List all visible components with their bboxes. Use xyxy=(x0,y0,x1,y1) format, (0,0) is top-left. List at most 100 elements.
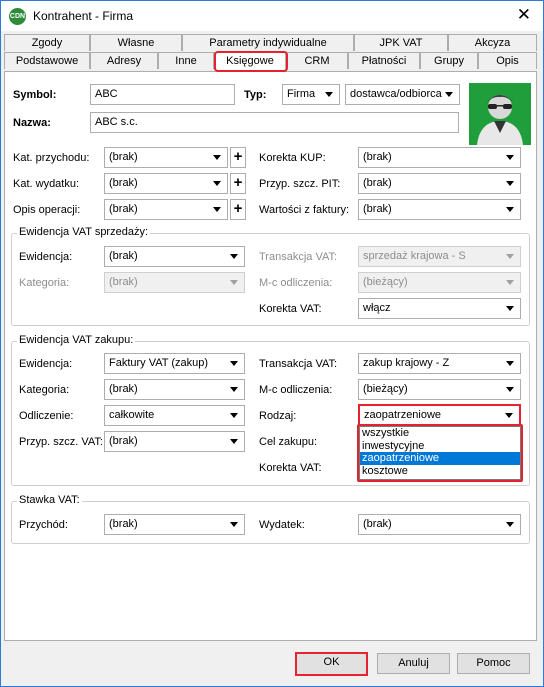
sprz-ewidencja-value: (brak) xyxy=(109,250,138,262)
symbol-label: Symbol: xyxy=(13,89,57,101)
sprz-kategoria-value: (brak) xyxy=(109,276,138,288)
wartosci-label: Wartości z faktury: xyxy=(259,204,350,216)
title-bar: CDN Kontrahent - Firma ✕ xyxy=(1,1,543,31)
chevron-down-icon xyxy=(506,207,514,212)
zak-odliczenie-select[interactable]: całkowite xyxy=(104,405,245,426)
kat-wydatku-select[interactable]: (brak) xyxy=(104,173,228,194)
przychod-select[interactable]: (brak) xyxy=(104,514,245,535)
chevron-down-icon xyxy=(506,361,514,366)
kat-wydatku-value: (brak) xyxy=(109,177,138,189)
przychod-value: (brak) xyxy=(109,518,138,530)
kat-przychodu-select[interactable]: (brak) xyxy=(104,147,228,168)
chevron-down-icon xyxy=(506,387,514,392)
kat-przychodu-label: Kat. przychodu: xyxy=(13,152,90,164)
close-icon[interactable]: ✕ xyxy=(517,5,531,25)
dialog-window: CDN Kontrahent - Firma ✕ Zgody Własne Pa… xyxy=(0,0,544,687)
zak-cel-label: Cel zakupu: xyxy=(259,436,318,448)
chevron-down-icon xyxy=(230,361,238,366)
rola-value: dostawca/odbiorca xyxy=(350,88,442,100)
tab-opis[interactable]: Opis xyxy=(478,52,537,69)
wydatek-value: (brak) xyxy=(363,518,392,530)
korekta-kup-select[interactable]: (brak) xyxy=(358,147,521,168)
rodzaj-option-wszystkie[interactable]: wszystkie xyxy=(360,427,520,440)
przyp-pit-value: (brak) xyxy=(363,177,392,189)
sprz-mc-select[interactable]: (bieżący) xyxy=(358,272,521,293)
wartosci-value: (brak) xyxy=(363,203,392,215)
add-kat-wydatku-button[interactable]: + xyxy=(230,173,246,194)
tab-platnosci[interactable]: Płatności xyxy=(348,52,420,69)
sprz-mc-label: M-c odliczenia: xyxy=(259,277,333,289)
rodzaj-dropdown-list[interactable]: wszystkie inwestycyjne zaopatrzeniowe ko… xyxy=(359,426,521,480)
tab-ksiegowe[interactable]: Księgowe xyxy=(214,52,286,70)
chevron-down-icon xyxy=(506,280,514,285)
wydatek-select[interactable]: (brak) xyxy=(358,514,521,535)
chevron-down-icon xyxy=(506,155,514,160)
chevron-down-icon xyxy=(230,439,238,444)
kat-przychodu-value: (brak) xyxy=(109,151,138,163)
pomoc-button[interactable]: Pomoc xyxy=(457,653,530,674)
zak-odliczenie-label: Odliczenie: xyxy=(19,410,74,422)
rodzaj-option-inwestycyjne[interactable]: inwestycyjne xyxy=(360,440,520,453)
symbol-field[interactable]: ABC xyxy=(90,84,235,105)
rodzaj-option-zaopatrzeniowe[interactable]: zaopatrzeniowe xyxy=(360,452,520,465)
opis-operacji-label: Opis operacji: xyxy=(13,204,81,216)
zak-odliczenie-value: całkowite xyxy=(109,409,155,421)
sprz-korekta-label: Korekta VAT: xyxy=(259,303,322,315)
vat-zakup-title: Ewidencja VAT zakupu: xyxy=(17,334,136,346)
chevron-down-icon xyxy=(325,92,333,97)
tab-adresy[interactable]: Adresy xyxy=(90,52,158,69)
zak-mc-select[interactable]: (bieżący) xyxy=(358,379,521,400)
anuluj-button[interactable]: Anuluj xyxy=(377,653,450,674)
zak-kategoria-select[interactable]: (brak) xyxy=(104,379,245,400)
chevron-down-icon xyxy=(505,413,513,418)
zak-mc-label: M-c odliczenia: xyxy=(259,384,333,396)
sprz-ewidencja-label: Ewidencja: xyxy=(19,251,73,263)
chevron-down-icon xyxy=(213,155,221,160)
tab-parametry[interactable]: Parametry indywidualne xyxy=(182,34,354,51)
wydatek-label: Wydatek: xyxy=(259,519,305,531)
zak-kategoria-value: (brak) xyxy=(109,383,138,395)
ok-button[interactable]: OK xyxy=(295,652,368,676)
tab-zgody[interactable]: Zgody xyxy=(4,34,90,51)
tab-crm[interactable]: CRM xyxy=(286,52,348,69)
rola-select[interactable]: dostawca/odbiorca xyxy=(345,84,460,105)
nazwa-label: Nazwa: xyxy=(13,117,51,129)
chevron-down-icon xyxy=(506,306,514,311)
sprz-transakcja-select[interactable]: sprzedaż krajowa - S xyxy=(358,246,521,267)
zak-kategoria-label: Kategoria: xyxy=(19,384,70,396)
typ-select[interactable]: Firma xyxy=(282,84,340,105)
chevron-down-icon xyxy=(213,181,221,186)
zak-rodzaj-select[interactable]: zaopatrzeniowe xyxy=(358,404,521,427)
nazwa-field[interactable]: ABC s.c. xyxy=(90,112,459,133)
avatar[interactable] xyxy=(469,83,531,145)
zak-transakcja-select[interactable]: zakup krajowy - Z xyxy=(358,353,521,374)
tab-podstawowe[interactable]: Podstawowe xyxy=(4,52,90,69)
przyp-pit-select[interactable]: (brak) xyxy=(358,173,521,194)
tab-grupy[interactable]: Grupy xyxy=(420,52,478,69)
vat-sprzedaz-title: Ewidencja VAT sprzedaży: xyxy=(17,226,151,238)
person-icon xyxy=(477,95,523,145)
tab-jpk-vat[interactable]: JPK VAT xyxy=(354,34,448,51)
wartosci-select[interactable]: (brak) xyxy=(358,199,521,220)
tab-akcyza[interactable]: Akcyza xyxy=(448,34,537,51)
zak-mc-value: (bieżący) xyxy=(363,383,408,395)
zak-przyp-label: Przyp. szcz. VAT: xyxy=(19,436,103,448)
zak-przyp-value: (brak) xyxy=(109,435,138,447)
przyp-pit-label: Przyp. szcz. PIT: xyxy=(259,178,341,190)
zak-rodzaj-label: Rodzaj: xyxy=(259,410,297,422)
opis-operacji-select[interactable]: (brak) xyxy=(104,199,228,220)
add-kat-przychodu-button[interactable]: + xyxy=(230,147,246,168)
add-opis-operacji-button[interactable]: + xyxy=(230,199,246,220)
sprz-ewidencja-select[interactable]: (brak) xyxy=(104,246,245,267)
zak-transakcja-value: zakup krajowy - Z xyxy=(363,357,450,369)
tab-inne[interactable]: Inne xyxy=(158,52,214,69)
sprz-kategoria-select[interactable]: (brak) xyxy=(104,272,245,293)
sprz-korekta-select[interactable]: włącz xyxy=(358,298,521,319)
zak-ewidencja-select[interactable]: Faktury VAT (zakup) xyxy=(104,353,245,374)
przychod-label: Przychód: xyxy=(19,519,68,531)
chevron-down-icon xyxy=(445,92,453,97)
tab-wlasne[interactable]: Własne xyxy=(90,34,182,51)
zak-przyp-select[interactable]: (brak) xyxy=(104,431,245,452)
zak-ewidencja-value: Faktury VAT (zakup) xyxy=(109,357,209,369)
rodzaj-option-kosztowe[interactable]: kosztowe xyxy=(360,465,520,478)
